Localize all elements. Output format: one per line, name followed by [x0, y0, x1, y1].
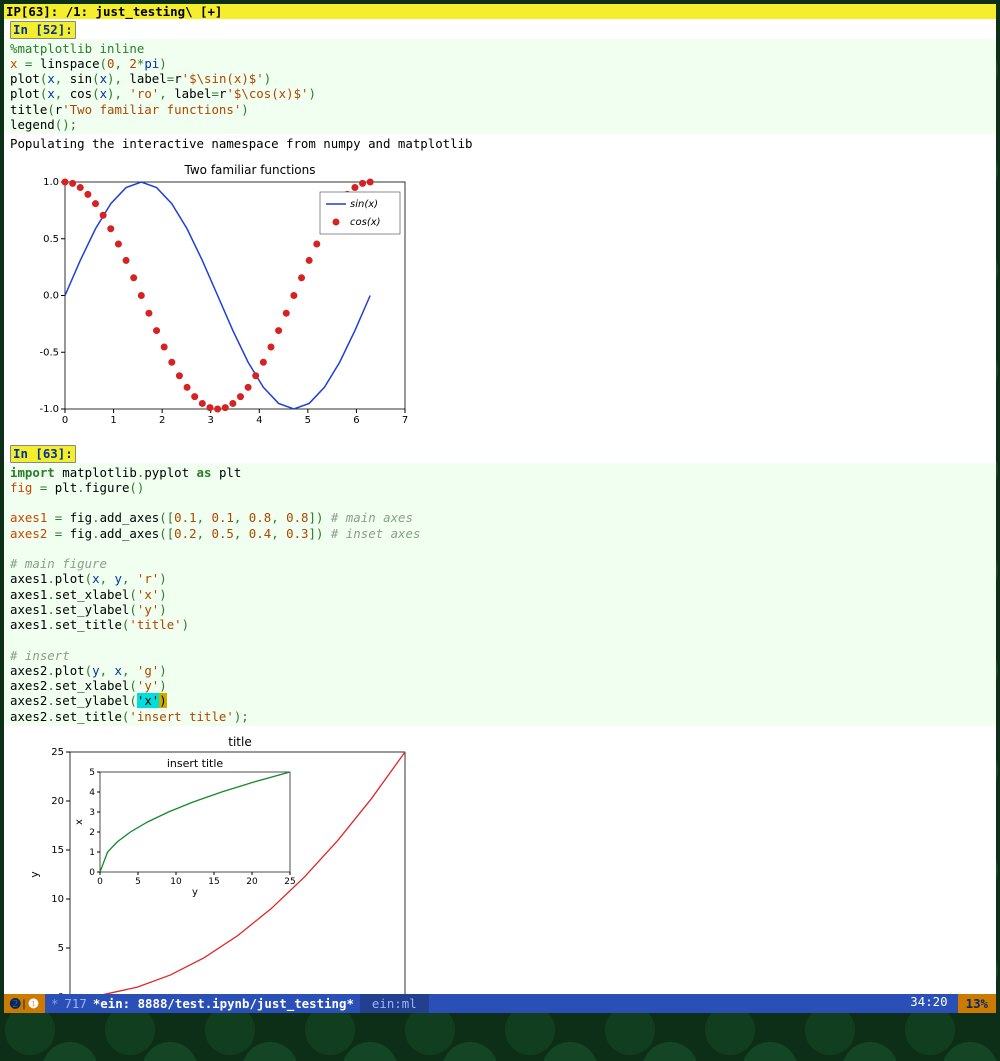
svg-text:y: y	[192, 887, 198, 898]
status-star: *	[45, 996, 64, 1011]
cell-1[interactable]: In [52]: %matplotlib inline x = linspace…	[4, 19, 996, 435]
svg-text:5: 5	[58, 943, 64, 954]
svg-text:20: 20	[246, 877, 258, 887]
tab-sep: /1:	[66, 4, 88, 19]
svg-text:4: 4	[89, 788, 95, 798]
svg-text:1.0: 1.0	[43, 177, 59, 188]
svg-text:5: 5	[89, 768, 95, 778]
svg-text:15: 15	[51, 845, 64, 856]
cell-1-prompt: In [52]:	[10, 21, 76, 38]
svg-text:20: 20	[51, 796, 64, 807]
svg-text:0: 0	[62, 415, 68, 426]
svg-text:2: 2	[159, 415, 165, 426]
svg-text:7: 7	[402, 415, 408, 426]
svg-text:5: 5	[135, 877, 141, 887]
chart-2-svg: title 0123450510152025xy 051015202501234…	[10, 732, 410, 1009]
status-buffer-name[interactable]: *ein: 8888/test.ipynb/just_testing*	[87, 996, 360, 1011]
tab-buffer: just_testing\	[96, 4, 193, 19]
status-workspace-badge[interactable]: ➋❘❶	[4, 994, 45, 1013]
tab-bar: IP[63]: /1: just_testing\ [+]	[4, 4, 996, 19]
svg-text:0.5: 0.5	[43, 234, 59, 245]
svg-text:0.0: 0.0	[43, 291, 59, 302]
cursor-highlight: 'x'	[137, 693, 159, 708]
svg-text:-0.5: -0.5	[39, 348, 59, 359]
svg-text:10: 10	[170, 877, 182, 887]
svg-text:6: 6	[353, 415, 359, 426]
svg-text:1: 1	[89, 848, 95, 858]
tab-plus[interactable]: [+]	[200, 4, 222, 19]
svg-text:25: 25	[51, 747, 64, 758]
chart-2-title: title	[228, 735, 251, 749]
status-percent: 13%	[958, 994, 996, 1013]
workspace: IP[63]: /1: just_testing\ [+] In [52]: %…	[4, 4, 996, 1009]
tab-ip: IP[63]:	[6, 4, 58, 19]
svg-text:5: 5	[305, 415, 311, 426]
svg-text:cos(x): cos(x)	[350, 217, 381, 228]
svg-text:10: 10	[51, 894, 64, 905]
svg-text:x: x	[74, 819, 85, 825]
status-mode: ein:ml	[360, 994, 429, 1013]
cell-1-code[interactable]: %matplotlib inline x = linspace(0, 2*pi)…	[4, 39, 996, 135]
svg-text:sin(x): sin(x)	[350, 199, 378, 210]
svg-text:insert title: insert title	[167, 757, 224, 770]
cell-1-output-text: Populating the interactive namespace fro…	[4, 134, 996, 153]
svg-text:-1.0: -1.0	[39, 404, 59, 415]
cell-2-code[interactable]: import matplotlib.pyplot as plt fig = pl…	[4, 463, 996, 726]
svg-text:25: 25	[284, 877, 295, 887]
status-bar: ➋❘❶ * 717 *ein: 8888/test.ipynb/just_tes…	[4, 994, 996, 1013]
svg-text:1: 1	[110, 415, 116, 426]
svg-text:3: 3	[89, 808, 95, 818]
chart-1: Two familiar functions 0 1 2 3 4 5 6 7 -1.0 -0.5 0…	[4, 153, 996, 435]
svg-text:0: 0	[97, 877, 103, 887]
svg-text:0: 0	[89, 868, 95, 878]
cell-2[interactable]: In [63]: import matplotlib.pyplot as plt…	[4, 443, 996, 1009]
chart-2: title 0123450510152025xy 051015202501234…	[4, 726, 996, 1009]
svg-text:y: y	[28, 871, 41, 878]
cell-2-prompt: In [63]:	[10, 445, 76, 462]
svg-text:3: 3	[208, 415, 214, 426]
status-position: 34:20	[900, 994, 957, 1013]
status-line-no: 717	[64, 996, 86, 1011]
chart-1-svg: Two familiar functions 0 1 2 3 4 5 6 7 -1.0 -0.5 0…	[10, 159, 410, 427]
chart-1-title: Two familiar functions	[184, 163, 316, 177]
svg-text:15: 15	[208, 877, 219, 887]
svg-text:2: 2	[89, 828, 95, 838]
svg-text:4: 4	[256, 415, 262, 426]
